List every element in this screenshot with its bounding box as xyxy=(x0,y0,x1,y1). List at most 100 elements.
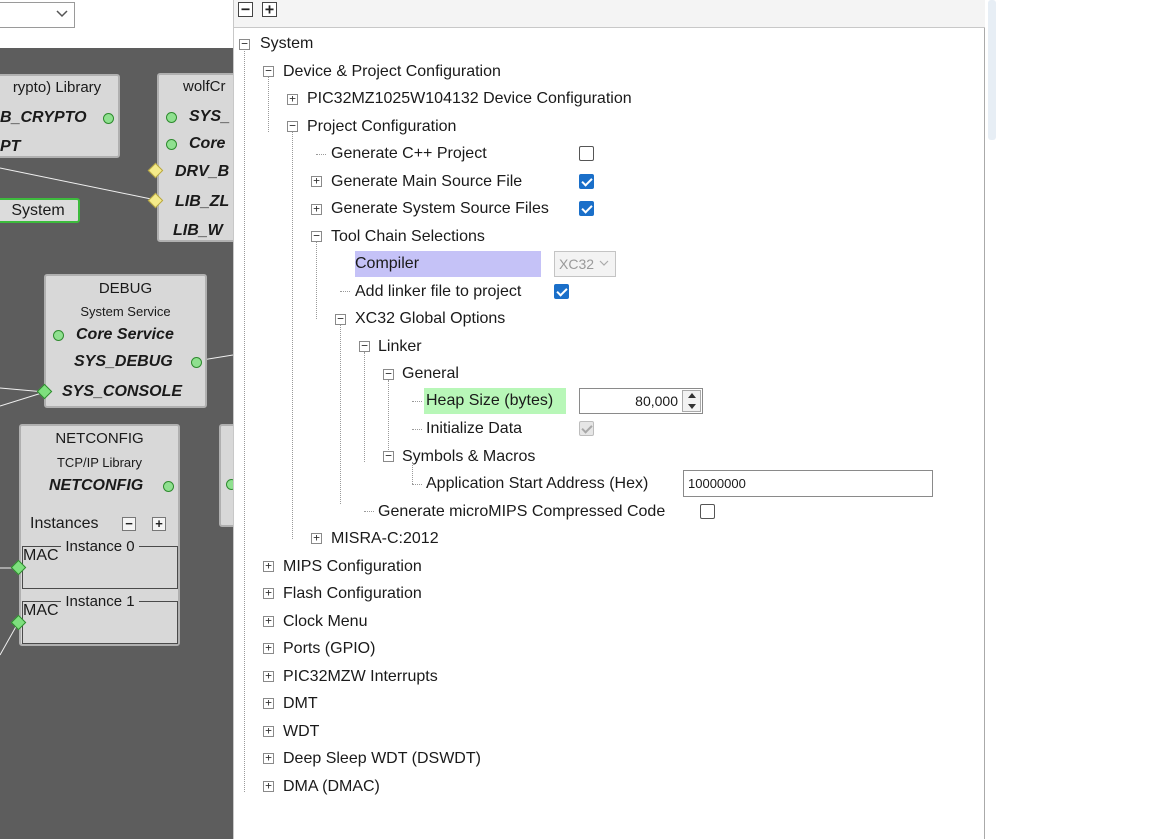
tree-item-ports-gpio[interactable]: Ports (GPIO) xyxy=(283,637,375,661)
component-graph-panel[interactable]: rypto) Library B_CRYPTO PT wolfCr SYS_ C… xyxy=(0,0,233,839)
node-port: DRV_B xyxy=(175,163,230,180)
port-connector[interactable] xyxy=(163,481,174,492)
collapse-toggle[interactable]: − xyxy=(239,38,250,50)
tree-item-general[interactable]: General xyxy=(402,362,459,386)
collapse-toggle[interactable]: − xyxy=(335,313,346,325)
expand-toggle[interactable]: + xyxy=(311,203,322,215)
add-linker-file-checkbox[interactable] xyxy=(554,284,569,299)
expand-toggle[interactable]: + xyxy=(263,780,274,792)
collapse-toggle[interactable]: − xyxy=(311,230,322,242)
instance-label: Instance 0 xyxy=(61,538,139,555)
node-port: Core Service xyxy=(76,326,174,343)
port-connector[interactable] xyxy=(166,112,177,123)
tree-item-flash-configuration[interactable]: Flash Configuration xyxy=(283,582,422,606)
tree-item-dswdt[interactable]: Deep Sleep WDT (DSWDT) xyxy=(283,747,481,771)
tree-item-linker[interactable]: Linker xyxy=(378,335,422,359)
expand-toggle[interactable]: + xyxy=(311,532,322,544)
tree-item-symbols-macros[interactable]: Symbols & Macros xyxy=(402,445,535,469)
system-button[interactable]: System xyxy=(0,198,80,223)
port-connector[interactable] xyxy=(166,139,177,150)
tree-guide xyxy=(412,484,422,485)
partial-node[interactable] xyxy=(219,424,233,527)
collapse-toggle[interactable]: − xyxy=(287,120,298,132)
port-connector[interactable] xyxy=(53,330,64,341)
expand-toggle[interactable]: + xyxy=(263,642,274,654)
generate-micromips-checkbox[interactable] xyxy=(700,504,715,519)
option-add-linker-file: Add linker file to project xyxy=(355,283,522,300)
tree-item-clock-menu[interactable]: Clock Menu xyxy=(283,610,367,634)
expand-toggle[interactable]: + xyxy=(263,615,274,627)
tree-item-dmt[interactable]: DMT xyxy=(283,692,318,716)
node-port: SYS_ xyxy=(189,108,230,125)
node-port: SYS_CONSOLE xyxy=(62,383,183,400)
option-generate-main-source: Generate Main Source File xyxy=(331,173,523,190)
tree-guide xyxy=(316,242,317,319)
debug-node[interactable]: DEBUG System Service Core Service SYS_DE… xyxy=(44,274,207,408)
expand-toggle[interactable]: + xyxy=(311,175,322,187)
application-start-address-input[interactable]: 10000000 xyxy=(683,470,933,497)
compiler-select[interactable]: XC32 xyxy=(554,251,616,277)
tree-item-system[interactable]: System xyxy=(260,32,313,56)
generate-main-source-checkbox[interactable] xyxy=(579,174,594,189)
spinner-arrows-icon[interactable] xyxy=(682,390,701,412)
tree-item-mips-configuration[interactable]: MIPS Configuration xyxy=(283,555,422,579)
option-heap-size: Heap Size (bytes) xyxy=(424,388,566,414)
option-generate-cpp-project: Generate C++ Project xyxy=(331,145,487,162)
heap-size-spinner[interactable]: 80,000 xyxy=(579,388,703,414)
tree-guide xyxy=(244,49,245,792)
instance-0-box[interactable]: Instance 0 MAC xyxy=(22,538,178,589)
tree-item-project-configuration[interactable]: Project Configuration xyxy=(307,115,456,139)
configuration-tree[interactable]: − System − Device & Project Configuratio… xyxy=(234,30,985,839)
node-subtitle: TCP/IP Library xyxy=(56,455,142,470)
tree-item-dma[interactable]: DMA (DMAC) xyxy=(283,775,380,799)
collapse-toggle[interactable]: − xyxy=(263,65,274,77)
collapse-toggle[interactable]: − xyxy=(359,340,370,352)
port-connector[interactable] xyxy=(103,113,114,124)
add-instance-button[interactable]: + xyxy=(152,517,166,531)
tree-guide xyxy=(340,324,341,504)
collapse-toggle[interactable]: − xyxy=(383,368,394,380)
tree-item-misra-c[interactable]: MISRA-C:2012 xyxy=(331,527,439,551)
port-connector[interactable] xyxy=(191,357,202,368)
tree-item-xc32-global-options[interactable]: XC32 Global Options xyxy=(355,307,505,331)
collapse-all-button[interactable]: − xyxy=(238,2,253,17)
expand-toggle[interactable]: + xyxy=(263,560,274,572)
port-connector[interactable] xyxy=(226,479,233,490)
scrollbar[interactable] xyxy=(988,0,996,140)
crypto-library-node[interactable]: rypto) Library B_CRYPTO PT xyxy=(0,74,120,158)
expand-toggle[interactable]: + xyxy=(287,93,298,105)
instance-1-box[interactable]: Instance 1 MAC xyxy=(22,593,178,644)
tree-item-interrupts[interactable]: PIC32MZW Interrupts xyxy=(283,665,438,689)
node-title: wolfCr xyxy=(183,78,226,95)
expand-toggle[interactable]: + xyxy=(263,670,274,682)
node-port: LIB_ZL xyxy=(175,193,230,210)
tree-guide xyxy=(364,511,374,512)
node-port: LIB_W xyxy=(173,222,223,239)
tree-guide xyxy=(364,352,365,462)
expand-toggle[interactable]: + xyxy=(263,725,274,737)
remove-instance-button[interactable]: − xyxy=(122,517,136,531)
node-port: NETCONFIG xyxy=(49,477,144,494)
tree-guide xyxy=(412,401,422,402)
initialize-data-checkbox xyxy=(579,421,594,436)
tree-guide xyxy=(292,132,293,539)
expand-toggle[interactable]: + xyxy=(263,697,274,709)
tree-guide xyxy=(388,380,389,450)
option-compiler: Compiler xyxy=(355,251,541,277)
node-port: Core xyxy=(189,135,226,152)
tree-item-wdt[interactable]: WDT xyxy=(283,720,319,744)
expand-all-button[interactable]: + xyxy=(262,2,277,17)
tree-item-device-project-config[interactable]: Device & Project Configuration xyxy=(283,60,501,84)
option-application-start-address: Application Start Address (Hex) xyxy=(426,475,649,492)
tree-guide xyxy=(316,154,326,155)
tree-item-tool-chain-selections[interactable]: Tool Chain Selections xyxy=(331,225,485,249)
collapse-toggle[interactable]: − xyxy=(383,450,394,462)
expand-toggle[interactable]: + xyxy=(263,752,274,764)
configuration-options-panel: − + − System − Device & Project Configur… xyxy=(233,0,985,839)
expand-toggle[interactable]: + xyxy=(263,587,274,599)
node-port: SYS_DEBUG xyxy=(74,353,173,370)
wolfcrypt-node[interactable]: wolfCr SYS_ Core DRV_B LIB_ZL LIB_W xyxy=(157,73,233,242)
generate-system-source-checkbox[interactable] xyxy=(579,201,594,216)
generate-cpp-project-checkbox[interactable] xyxy=(579,146,594,161)
tree-item-device-configuration[interactable]: PIC32MZ1025W104132 Device Configuration xyxy=(307,87,632,111)
